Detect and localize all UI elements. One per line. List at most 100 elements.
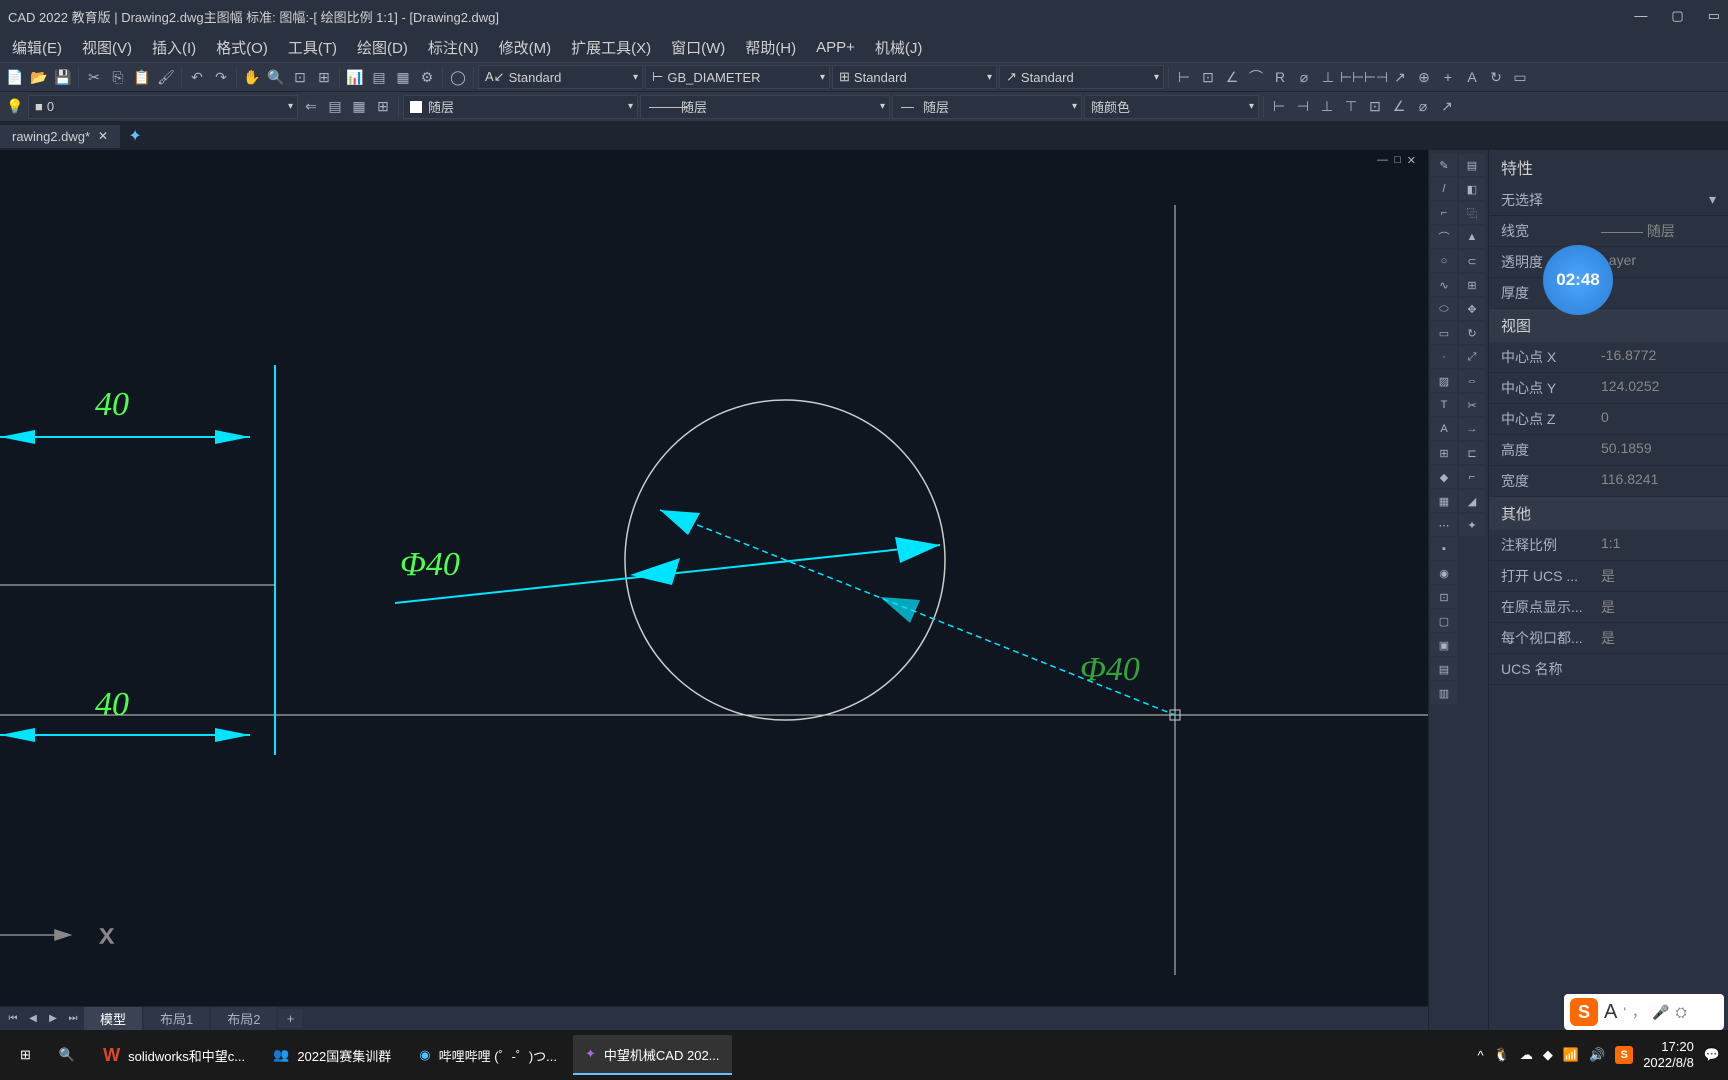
menu-dimension[interactable]: 标注(N) — [420, 33, 487, 62]
paste-icon[interactable]: 📋 — [131, 66, 153, 88]
dim-ordinate-icon[interactable]: ⊥ — [1317, 66, 1339, 88]
zoom-window-icon[interactable]: ⊞ — [313, 66, 335, 88]
ucs-origin-value[interactable]: 是 — [1601, 597, 1716, 617]
ime-mode[interactable]: A — [1604, 1001, 1617, 1024]
tool-more8-icon[interactable]: ▥ — [1431, 682, 1457, 704]
layer-match-icon[interactable]: ⊞ — [372, 96, 394, 118]
drawing-canvas[interactable]: — □ ✕ 40 40 Φ — [0, 150, 1428, 1030]
ime-punct-icon[interactable]: ' — [1623, 1004, 1626, 1020]
tool-line-icon[interactable]: / — [1431, 178, 1457, 200]
tool-more2-icon[interactable]: ▪ — [1431, 538, 1457, 560]
menu-mech[interactable]: 机械(J) — [867, 33, 931, 62]
tolerance-icon[interactable]: ⊕ — [1413, 66, 1435, 88]
tool-rotate-icon[interactable]: ↻ — [1459, 322, 1485, 344]
clock[interactable]: 17:20 2022/8/8 — [1643, 1039, 1694, 1070]
layer-iso-icon[interactable]: ▦ — [348, 96, 370, 118]
menu-modify[interactable]: 修改(M) — [491, 33, 560, 62]
tab-nav-next-icon[interactable]: ▶ — [44, 1013, 62, 1024]
save-icon[interactable]: 💾 — [52, 66, 74, 88]
ime-settings-icon[interactable]: ⛭ — [1675, 1004, 1686, 1021]
tool-trim-icon[interactable]: ✂ — [1459, 394, 1485, 416]
tray-up-icon[interactable]: ^ — [1478, 1048, 1484, 1063]
dim-tool7-icon[interactable]: ⌀ — [1412, 96, 1434, 118]
add-layout-button[interactable]: + — [278, 1009, 302, 1028]
tool-extend-icon[interactable]: → — [1459, 418, 1485, 440]
ucs-name-value[interactable] — [1601, 659, 1716, 679]
tool-fillet-icon[interactable]: ⌐ — [1459, 466, 1485, 488]
zoom-all-icon[interactable]: ⊡ — [289, 66, 311, 88]
menu-insert[interactable]: 插入(I) — [144, 33, 204, 62]
dim-edit-icon[interactable]: A — [1461, 66, 1483, 88]
tool-break-icon[interactable]: ⊏ — [1459, 442, 1485, 464]
table-style-dropdown[interactable]: ⊞Standard — [832, 65, 997, 89]
tool-copy-icon[interactable]: ⿻ — [1459, 202, 1485, 224]
tool-eraser-icon[interactable]: ◧ — [1459, 178, 1485, 200]
tool-more7-icon[interactable]: ▤ — [1431, 658, 1457, 680]
dim-tool1-icon[interactable]: ⊢ — [1268, 96, 1290, 118]
open-icon[interactable]: 📂 — [28, 66, 50, 88]
linetype-dropdown[interactable]: ———随层 — [640, 95, 890, 119]
tab-nav-prev-icon[interactable]: ◀ — [24, 1013, 42, 1024]
tool-pline-icon[interactable]: ⌐ — [1431, 202, 1457, 224]
dim-arc-icon[interactable]: ⌒ — [1245, 66, 1267, 88]
layout2-tab[interactable]: 布局2 — [211, 1007, 276, 1030]
tool-text-icon[interactable]: T — [1431, 394, 1457, 416]
tray-volume-icon[interactable]: 🔊 — [1589, 1047, 1605, 1063]
plotstyle-dropdown[interactable]: 随颜色 — [1084, 95, 1259, 119]
tray-ime-icon[interactable]: S — [1615, 1046, 1633, 1064]
timer-overlay[interactable]: 02:48 — [1543, 245, 1613, 315]
dim-aligned-icon[interactable]: ⊡ — [1197, 66, 1219, 88]
tray-wifi-icon[interactable]: 📶 — [1563, 1047, 1579, 1063]
brush-icon[interactable]: 🖌 — [155, 66, 177, 88]
maximize-icon[interactable]: ▢ — [1671, 8, 1683, 24]
tool-mtext-icon[interactable]: A — [1431, 418, 1457, 440]
tool-spline-icon[interactable]: ∿ — [1431, 274, 1457, 296]
selection-dropdown[interactable]: 无选择▾ — [1489, 184, 1728, 216]
center-x-value[interactable]: -16.8772 — [1601, 347, 1716, 367]
lineweight-dropdown[interactable]: —随层 — [892, 95, 1082, 119]
task-zwcad[interactable]: ✦中望机械CAD 202... — [573, 1035, 732, 1075]
leader-icon[interactable]: ↗ — [1389, 66, 1411, 88]
tool-mirror-icon[interactable]: ▲ — [1459, 226, 1485, 248]
minimize-icon[interactable]: — — [1634, 8, 1647, 24]
redo-icon[interactable]: ↷ — [210, 66, 232, 88]
ucs-open-value[interactable]: 是 — [1601, 566, 1716, 586]
tool-icon[interactable]: ⚙ — [416, 66, 438, 88]
tool-move-icon[interactable]: ✥ — [1459, 298, 1485, 320]
tray-cloud-icon[interactable]: ☁ — [1520, 1047, 1533, 1063]
thickness-value[interactable] — [1601, 283, 1716, 303]
layer-prev-icon[interactable]: ⇐ — [300, 96, 322, 118]
tray-qq-icon[interactable]: 🐧 — [1494, 1047, 1510, 1063]
model-tab[interactable]: 模型 — [84, 1007, 142, 1030]
tool-region-icon[interactable]: ◆ — [1431, 466, 1457, 488]
menu-edit[interactable]: 编辑(E) — [4, 33, 70, 62]
vp-maximize-icon[interactable]: □ — [1394, 154, 1401, 167]
dim-tool4-icon[interactable]: ⊤ — [1340, 96, 1362, 118]
tool-more5-icon[interactable]: ▢ — [1431, 610, 1457, 632]
tool-hatch-icon[interactable]: ▨ — [1431, 370, 1457, 392]
tool-more1-icon[interactable]: ⋯ — [1431, 514, 1457, 536]
tab-drawing2[interactable]: rawing2.dwg* ✕ — [0, 125, 121, 148]
more-dim-icon[interactable]: ▭ — [1509, 66, 1531, 88]
dim-update-icon[interactable]: ↻ — [1485, 66, 1507, 88]
tool-pencil-icon[interactable]: ✎ — [1431, 154, 1457, 176]
transparency-value[interactable]: Layer — [1601, 252, 1716, 272]
copy-icon[interactable]: ⎘ — [107, 66, 129, 88]
block-icon[interactable]: ▦ — [392, 66, 414, 88]
tool-stretch-icon[interactable]: ⇔ — [1459, 370, 1485, 392]
menu-help[interactable]: 帮助(H) — [737, 33, 804, 62]
task-solidworks[interactable]: Wsolidworks和中望c... — [91, 1035, 257, 1075]
tool-arc-icon[interactable]: ⌒ — [1431, 226, 1457, 248]
props-icon[interactable]: 📊 — [344, 66, 366, 88]
dim-style-dropdown[interactable]: ⊢GB_DIAMETER — [645, 65, 830, 89]
dim-baseline-icon[interactable]: ⊢⊣ — [1365, 66, 1387, 88]
text-style-dropdown[interactable]: A↙Standard — [478, 65, 643, 89]
bulb-icon[interactable]: 💡 — [4, 96, 26, 118]
dim-tool8-icon[interactable]: ↗ — [1436, 96, 1458, 118]
menu-app[interactable]: APP+ — [808, 35, 863, 60]
dim-continue-icon[interactable]: ⊢⊢ — [1341, 66, 1363, 88]
undo-icon[interactable]: ↶ — [186, 66, 208, 88]
tray-app-icon[interactable]: ◆ — [1543, 1047, 1553, 1063]
search-button[interactable]: 🔍 — [47, 1035, 87, 1075]
lineweight-value[interactable]: ——— 随层 — [1601, 221, 1716, 241]
